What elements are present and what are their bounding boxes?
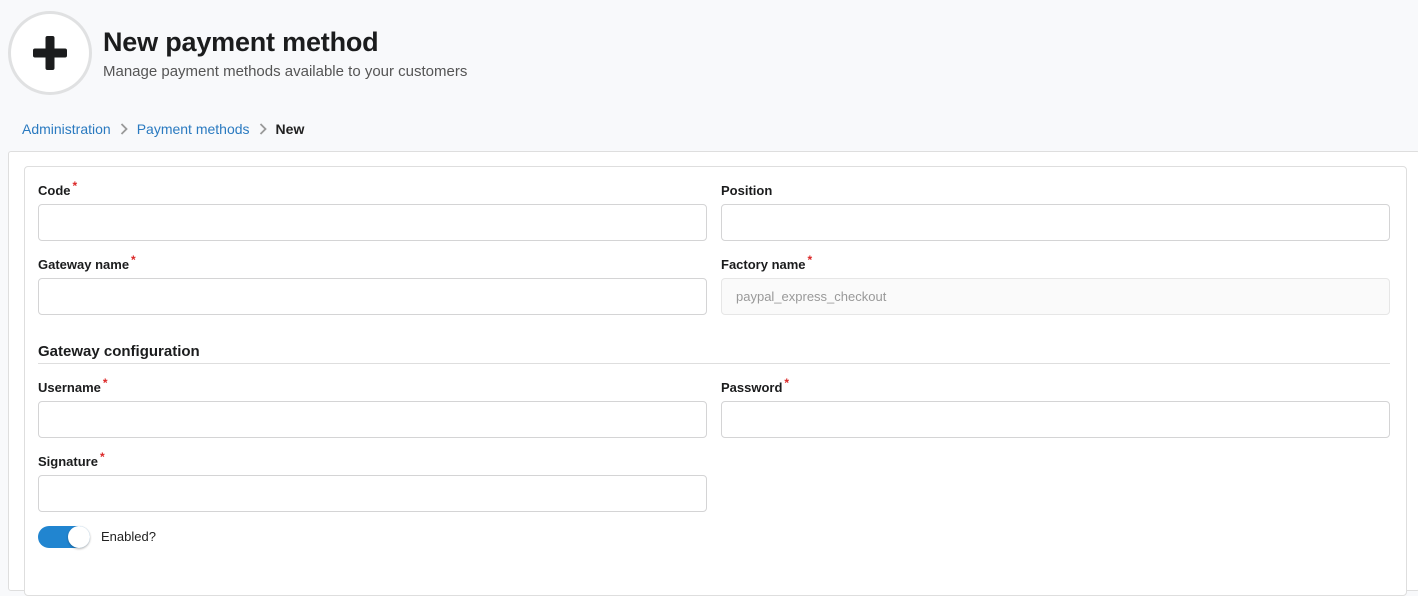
- code-label: Code *: [38, 179, 78, 198]
- position-label: Position: [721, 183, 773, 198]
- code-input[interactable]: [38, 204, 707, 241]
- required-marker: *: [784, 376, 790, 390]
- password-label: Password *: [721, 376, 790, 395]
- username-label: Username *: [38, 376, 108, 395]
- page-header: New payment method Manage payment method…: [0, 0, 1418, 110]
- breadcrumb-administration[interactable]: Administration: [22, 121, 111, 137]
- chevron-right-icon: [111, 123, 137, 135]
- page-title: New payment method: [103, 27, 379, 57]
- chevron-right-icon: [250, 123, 276, 135]
- breadcrumb: Administration Payment methods New: [22, 121, 304, 137]
- breadcrumb-payment-methods[interactable]: Payment methods: [137, 121, 250, 137]
- plus-icon: [33, 36, 67, 70]
- section-divider: [38, 363, 1390, 364]
- username-input[interactable]: [38, 401, 707, 438]
- position-input[interactable]: [721, 204, 1390, 241]
- required-marker: *: [807, 253, 813, 267]
- enabled-toggle[interactable]: [38, 526, 90, 548]
- gateway-name-input[interactable]: [38, 278, 707, 315]
- gateway-configuration-heading: Gateway configuration: [38, 343, 200, 360]
- page-subtitle: Manage payment methods available to your…: [103, 63, 468, 80]
- password-input[interactable]: [721, 401, 1390, 438]
- toggle-knob: [68, 526, 90, 548]
- signature-input[interactable]: [38, 475, 707, 512]
- header-icon-circle: [8, 11, 92, 95]
- required-marker: *: [99, 450, 105, 464]
- gateway-name-label: Gateway name *: [38, 253, 136, 272]
- signature-label: Signature *: [38, 450, 105, 469]
- factory-name-input: paypal_express_checkout: [721, 278, 1390, 315]
- required-marker: *: [102, 376, 108, 390]
- required-marker: *: [131, 253, 136, 267]
- required-marker: *: [72, 179, 78, 193]
- factory-name-label: Factory name *: [721, 253, 813, 272]
- breadcrumb-active: New: [275, 121, 305, 137]
- enabled-label[interactable]: Enabled?: [101, 529, 156, 544]
